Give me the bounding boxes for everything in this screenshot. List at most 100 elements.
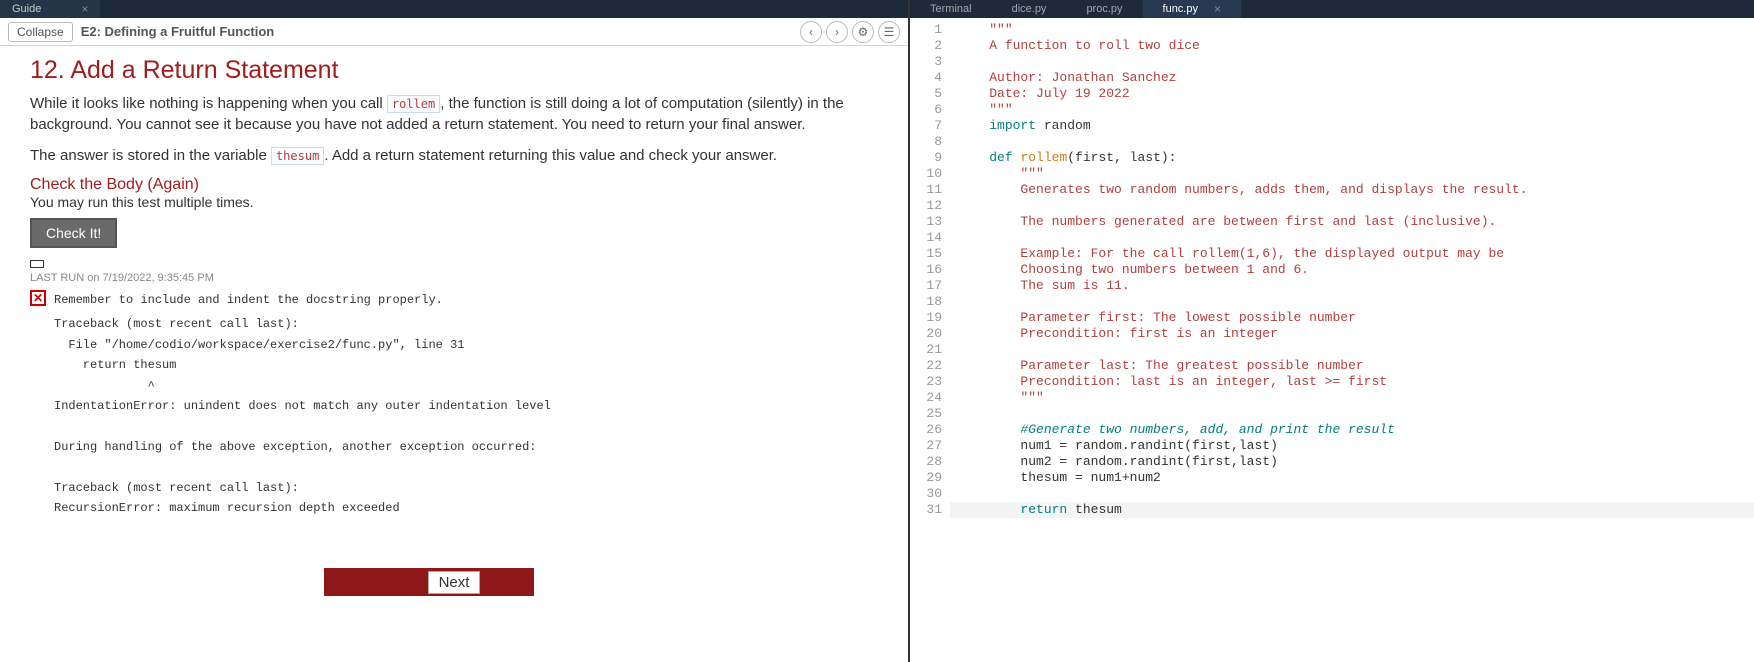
line-number: 2 bbox=[910, 38, 942, 54]
tab-guide-label: Guide bbox=[12, 3, 41, 15]
tab-proc-py[interactable]: proc.py bbox=[1066, 0, 1142, 18]
line-number: 30 bbox=[910, 486, 942, 502]
code-line[interactable] bbox=[950, 342, 1754, 358]
code-line[interactable]: def rollem(first, last): bbox=[950, 150, 1754, 166]
code-rollem: rollem bbox=[387, 95, 440, 113]
line-number: 16 bbox=[910, 262, 942, 278]
status-indicator bbox=[30, 260, 44, 268]
section-caption: You may run this test multiple times. bbox=[30, 194, 878, 210]
next-button[interactable]: Next bbox=[374, 568, 534, 596]
code-line[interactable]: """ bbox=[950, 166, 1754, 182]
guide-body: 12. Add a Return Statement While it look… bbox=[0, 46, 908, 662]
next-wrap: Next bbox=[30, 568, 878, 596]
code-line[interactable] bbox=[950, 406, 1754, 422]
paragraph-2: The answer is stored in the variable the… bbox=[30, 145, 878, 166]
line-number: 28 bbox=[910, 454, 942, 470]
text: The answer is stored in the variable bbox=[30, 147, 271, 164]
guide-header: Collapse E2: Defining a Fruitful Functio… bbox=[0, 18, 908, 46]
code-line[interactable] bbox=[950, 198, 1754, 214]
line-number: 20 bbox=[910, 326, 942, 342]
code-line[interactable]: Author: Jonathan Sanchez bbox=[950, 70, 1754, 86]
line-number: 27 bbox=[910, 438, 942, 454]
tab-func-py[interactable]: func.py× bbox=[1143, 0, 1241, 18]
code-line[interactable] bbox=[950, 134, 1754, 150]
breadcrumb: E2: Defining a Fruitful Function bbox=[81, 24, 792, 39]
code-line[interactable]: #Generate two numbers, add, and print th… bbox=[950, 422, 1754, 438]
text: . Add a return statement returning this … bbox=[324, 147, 777, 164]
tab-dice-py[interactable]: dice.py bbox=[992, 0, 1067, 18]
line-number: 29 bbox=[910, 470, 942, 486]
line-number: 14 bbox=[910, 230, 942, 246]
text: While it looks like nothing is happening… bbox=[30, 95, 387, 112]
line-number: 24 bbox=[910, 390, 942, 406]
code-line[interactable]: """ bbox=[950, 22, 1754, 38]
line-number: 11 bbox=[910, 182, 942, 198]
collapse-button[interactable]: Collapse bbox=[8, 22, 73, 42]
code-area[interactable]: """ A function to roll two dice Author: … bbox=[950, 18, 1754, 662]
line-number: 15 bbox=[910, 246, 942, 262]
test-result: ✕ Remember to include and indent the doc… bbox=[30, 290, 878, 518]
tab-guide[interactable]: Guide × bbox=[0, 0, 100, 18]
code-line[interactable]: Choosing two numbers between 1 and 6. bbox=[950, 262, 1754, 278]
line-number: 7 bbox=[910, 118, 942, 134]
tab-Terminal[interactable]: Terminal bbox=[910, 0, 992, 18]
line-number: 3 bbox=[910, 54, 942, 70]
code-line[interactable] bbox=[950, 294, 1754, 310]
code-line[interactable]: Generates two random numbers, adds them,… bbox=[950, 182, 1754, 198]
code-line[interactable]: return thesum bbox=[950, 502, 1754, 518]
code-editor[interactable]: 1234567891011121314151617181920212223242… bbox=[910, 18, 1754, 662]
code-line[interactable]: Date: July 19 2022 bbox=[950, 86, 1754, 102]
code-line[interactable]: Precondition: first is an integer bbox=[950, 326, 1754, 342]
line-number: 4 bbox=[910, 70, 942, 86]
left-tabbar: Guide × bbox=[0, 0, 908, 18]
line-number: 17 bbox=[910, 278, 942, 294]
close-icon[interactable]: × bbox=[81, 2, 88, 16]
line-gutter: 1234567891011121314151617181920212223242… bbox=[910, 18, 950, 662]
close-icon[interactable]: × bbox=[1214, 2, 1221, 16]
line-number: 6 bbox=[910, 102, 942, 118]
code-line[interactable]: The sum is 11. bbox=[950, 278, 1754, 294]
code-line[interactable]: Precondition: last is an integer, last >… bbox=[950, 374, 1754, 390]
next-page-button[interactable]: › bbox=[826, 21, 848, 43]
guide-pane: Guide × Collapse E2: Defining a Fruitful… bbox=[0, 0, 910, 662]
line-number: 22 bbox=[910, 358, 942, 374]
error-message: Remember to include and indent the docst… bbox=[54, 290, 443, 310]
editor-pane: Terminaldice.pyproc.pyfunc.py× 123456789… bbox=[910, 0, 1754, 662]
line-number: 18 bbox=[910, 294, 942, 310]
code-line[interactable]: """ bbox=[950, 390, 1754, 406]
code-line[interactable] bbox=[950, 230, 1754, 246]
code-line[interactable]: Parameter last: The greatest possible nu… bbox=[950, 358, 1754, 374]
line-number: 1 bbox=[910, 22, 942, 38]
code-thesum: thesum bbox=[271, 147, 324, 165]
code-line[interactable]: thesum = num1+num2 bbox=[950, 470, 1754, 486]
header-icons: ‹ › ⚙ ☰ bbox=[800, 21, 900, 43]
line-number: 31 bbox=[910, 502, 942, 518]
code-line[interactable]: A function to roll two dice bbox=[950, 38, 1754, 54]
code-line[interactable]: Parameter first: The lowest possible num… bbox=[950, 310, 1754, 326]
code-line[interactable]: The numbers generated are between first … bbox=[950, 214, 1754, 230]
line-number: 21 bbox=[910, 342, 942, 358]
traceback: Traceback (most recent call last): File … bbox=[54, 314, 878, 518]
line-number: 12 bbox=[910, 198, 942, 214]
next-button-label: Next bbox=[428, 571, 481, 594]
line-number: 25 bbox=[910, 406, 942, 422]
code-line[interactable]: """ bbox=[950, 102, 1754, 118]
code-line[interactable]: Example: For the call rollem(1,6), the d… bbox=[950, 246, 1754, 262]
line-number: 9 bbox=[910, 150, 942, 166]
last-run-timestamp: LAST RUN on 7/19/2022, 9:35:45 PM bbox=[30, 272, 878, 284]
paragraph-1: While it looks like nothing is happening… bbox=[30, 93, 878, 135]
line-number: 26 bbox=[910, 422, 942, 438]
section-subhead: Check the Body (Again) bbox=[30, 176, 878, 194]
line-number: 5 bbox=[910, 86, 942, 102]
code-line[interactable]: num1 = random.randint(first,last) bbox=[950, 438, 1754, 454]
code-line[interactable] bbox=[950, 486, 1754, 502]
code-line[interactable]: import random bbox=[950, 118, 1754, 134]
code-line[interactable]: num2 = random.randint(first,last) bbox=[950, 454, 1754, 470]
gear-icon[interactable]: ⚙ bbox=[852, 21, 874, 43]
code-line[interactable] bbox=[950, 54, 1754, 70]
menu-icon[interactable]: ☰ bbox=[878, 21, 900, 43]
prev-page-button[interactable]: ‹ bbox=[800, 21, 822, 43]
editor-tabbar: Terminaldice.pyproc.pyfunc.py× bbox=[910, 0, 1754, 18]
line-number: 13 bbox=[910, 214, 942, 230]
check-it-button[interactable]: Check It! bbox=[30, 218, 117, 248]
